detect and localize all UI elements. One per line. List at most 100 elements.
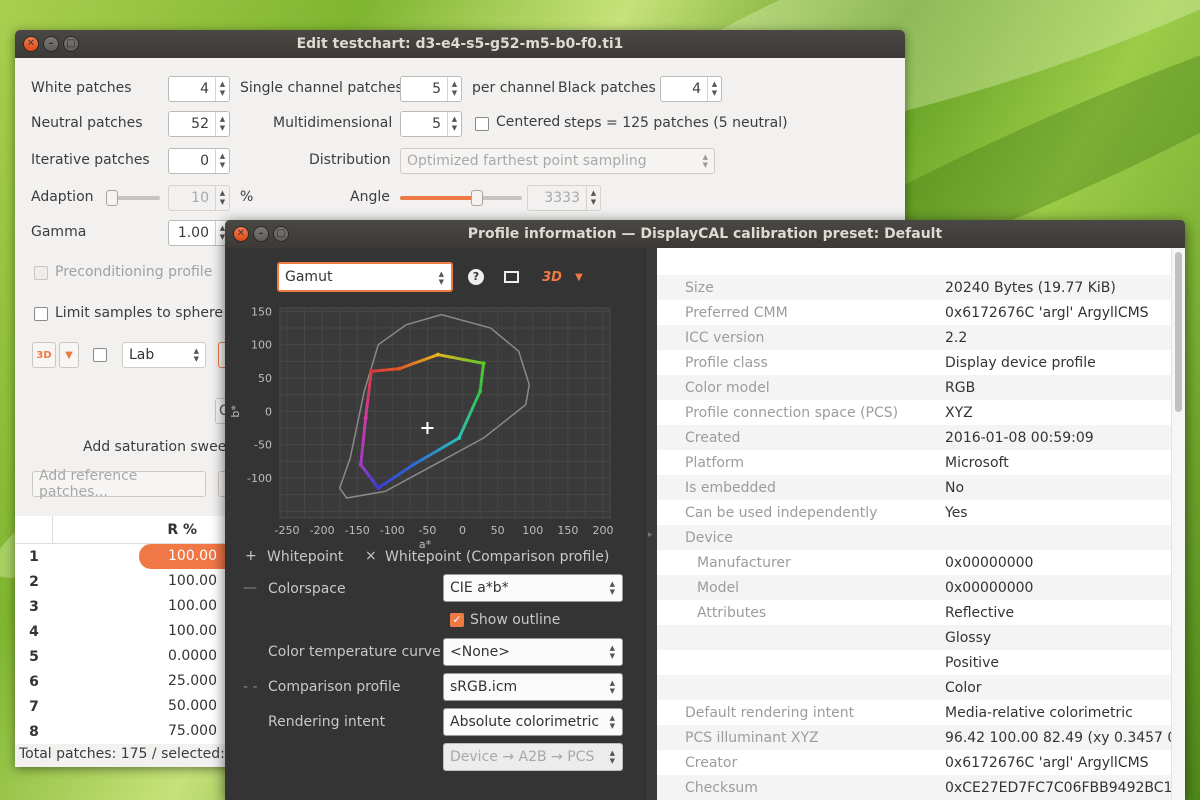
info-row[interactable]: Created 2016-01-08 00:59:09 <box>657 425 1171 450</box>
3d-options-dropdown[interactable]: ▼ <box>571 266 587 288</box>
spinner-arrows-icon[interactable]: ▲ ▼ <box>215 149 229 173</box>
black-patches-spinner[interactable]: 4 ▲ ▼ <box>660 76 722 102</box>
multidimensional-spinner[interactable]: 5 ▲ ▼ <box>400 111 462 137</box>
info-value: No <box>945 479 965 496</box>
adaption-spinner[interactable]: 10 ▲ ▼ <box>168 185 230 211</box>
iterative-patches-spinner[interactable]: 0 ▲ ▼ <box>168 148 230 174</box>
save-image-button[interactable] <box>500 266 522 288</box>
spinner-arrows-icon[interactable]: ▲ ▼ <box>215 112 229 136</box>
table-row[interactable]: 1 100.00 <box>15 544 225 569</box>
add-reference-patches-button[interactable]: Add reference patches... <box>32 468 206 500</box>
row-number: 1 <box>29 548 39 565</box>
info-row[interactable]: Color <box>657 675 1171 700</box>
info-row[interactable]: Manufacturer 0x00000000 <box>657 550 1171 575</box>
info-row[interactable]: ICC version 2.2 <box>657 325 1171 350</box>
info-row[interactable]: Profile connection space (PCS) XYZ <box>657 400 1171 425</box>
info-row[interactable]: Device <box>657 525 1171 550</box>
info-row[interactable]: Size 20240 Bytes (19.77 KiB) <box>657 275 1171 300</box>
colorspace-select[interactable]: CIE a*b* ▲ ▼ <box>443 574 623 602</box>
table-row[interactable]: 4 100.00 <box>15 619 225 644</box>
rendering-intent-select[interactable]: Absolute colorimetric ▲ ▼ <box>443 708 623 736</box>
3d-options-dropdown[interactable]: ▼ <box>59 342 79 368</box>
table-row[interactable]: 5 0.0000 <box>15 644 225 669</box>
maximize-window-button[interactable]: □ <box>273 226 289 242</box>
scrollbar-thumb[interactable] <box>1175 252 1182 412</box>
info-row[interactable]: Platform Microsoft <box>657 450 1171 475</box>
table-cell[interactable]: 100.00 <box>53 619 225 644</box>
minimize-window-button[interactable]: – <box>253 226 269 242</box>
info-value: 0xCE27ED7FC7C06FBB9492BC140 <box>945 779 1185 796</box>
info-row[interactable]: Positive <box>657 650 1171 675</box>
table-row[interactable]: 2 100.00 <box>15 569 225 594</box>
3d-option-checkbox[interactable] <box>93 348 107 362</box>
close-window-button[interactable]: ✕ <box>233 226 249 242</box>
window-titlebar[interactable]: ✕ – □ Edit testchart: d3-e4-s5-g52-m5-b0… <box>15 30 905 58</box>
spinner-arrows-icon[interactable]: ▲ ▼ <box>707 77 721 101</box>
info-row[interactable]: Is embedded No <box>657 475 1171 500</box>
info-row[interactable]: Glossy <box>657 625 1171 650</box>
neutral-patches-spinner[interactable]: 52 ▲ ▼ <box>168 111 230 137</box>
table-row[interactable]: 7 50.000 <box>15 694 225 719</box>
info-key: Created <box>685 429 741 446</box>
gamut-point <box>376 486 381 490</box>
info-row[interactable]: Preferred CMM 0x6172676C 'argl' ArgyllCMS <box>657 300 1171 325</box>
info-row[interactable]: Model 0x00000000 <box>657 575 1171 600</box>
table-cell[interactable]: 75.000 <box>53 719 225 744</box>
panel-splitter[interactable]: ▸ <box>645 248 657 800</box>
comparison-profile-select[interactable]: sRGB.icm ▲ ▼ <box>443 673 623 701</box>
angle-slider-handle[interactable] <box>471 190 483 206</box>
table-cell[interactable]: 25.000 <box>53 669 225 694</box>
colorspace-select[interactable]: Lab ▲ ▼ <box>122 342 206 368</box>
distribution-select[interactable]: Optimized farthest point sampling ▲ ▼ <box>400 148 715 174</box>
table-cell[interactable]: 50.000 <box>53 694 225 719</box>
minimize-window-button[interactable]: – <box>43 36 59 52</box>
info-row[interactable]: Creator 0x6172676C 'argl' ArgyllCMS <box>657 750 1171 775</box>
maximize-window-button[interactable]: □ <box>63 36 79 52</box>
limit-sphere-checkbox[interactable] <box>34 307 48 321</box>
spinner-arrows-icon[interactable]: ▲ ▼ <box>215 77 229 101</box>
preconditioning-checkbox[interactable] <box>34 266 48 280</box>
y-tick-label: 150 <box>251 305 272 318</box>
spinner-arrows-icon[interactable]: ▲ ▼ <box>586 186 600 210</box>
temp-curve-select[interactable]: <None> ▲ ▼ <box>443 638 623 666</box>
column-header-r[interactable]: R % <box>53 516 225 543</box>
single-channel-spinner[interactable]: 5 ▲ ▼ <box>400 76 462 102</box>
info-row[interactable]: Attributes Reflective <box>657 600 1171 625</box>
table-cell[interactable]: 0.0000 <box>53 644 225 669</box>
rendering-intent-value: Absolute colorimetric <box>450 714 600 730</box>
spinner-arrows-icon[interactable]: ▲ ▼ <box>215 186 229 210</box>
percent-label: % <box>240 189 254 205</box>
window-titlebar[interactable]: ✕ – □ Profile information — DisplayCAL c… <box>225 220 1185 248</box>
info-row[interactable]: Profile class Display device profile <box>657 350 1171 375</box>
table-cell[interactable]: 100.00 <box>53 594 225 619</box>
3d-view-button[interactable]: 3D <box>32 342 56 368</box>
centered-checkbox[interactable] <box>475 117 489 131</box>
spinner-arrows-icon[interactable]: ▲ ▼ <box>447 77 461 101</box>
view-type-select[interactable]: Gamut ▲ ▼ <box>277 262 453 292</box>
table-cell-selected[interactable]: 100.00 <box>139 544 225 569</box>
help-button[interactable]: ? <box>465 266 487 288</box>
white-patches-spinner[interactable]: 4 ▲ ▼ <box>168 76 230 102</box>
table-row[interactable]: 8 75.000 <box>15 719 225 744</box>
transform-direction-select[interactable]: Device → A2B → PCS ▲ ▼ <box>443 743 623 771</box>
info-row[interactable]: Can be used independently Yes <box>657 500 1171 525</box>
colorspace-value: CIE a*b* <box>450 580 509 596</box>
angle-spinner[interactable]: 3333 ▲ ▼ <box>527 185 601 211</box>
add-reference-patches-label: Add reference patches... <box>39 468 138 500</box>
close-window-button[interactable]: ✕ <box>23 36 39 52</box>
info-row[interactable]: Checksum 0xCE27ED7FC7C06FBB9492BC140 <box>657 775 1185 800</box>
info-row[interactable]: Color model RGB <box>657 375 1171 400</box>
info-row[interactable]: Default rendering intent Media-relative c… <box>657 700 1171 725</box>
spinner-arrows-icon[interactable]: ▲ ▼ <box>447 112 461 136</box>
show-outline-checkbox[interactable]: ✓ <box>450 613 464 627</box>
info-value: 0x00000000 <box>945 554 1034 571</box>
3d-view-button[interactable]: 3D <box>539 266 565 288</box>
adaption-slider-handle[interactable] <box>106 190 118 206</box>
info-row[interactable]: PCS illuminant XYZ 96.42 100.00 82.49 (xy… <box>657 725 1185 750</box>
table-cell[interactable]: 100.00 <box>53 569 225 594</box>
table-row[interactable]: 3 100.00 <box>15 594 225 619</box>
table-row[interactable]: 6 25.000 <box>15 669 225 694</box>
vertical-scrollbar[interactable] <box>1171 248 1185 800</box>
info-value: RGB <box>945 379 976 396</box>
gamma-spinner[interactable]: 1.00 ▲ ▼ <box>168 220 230 246</box>
